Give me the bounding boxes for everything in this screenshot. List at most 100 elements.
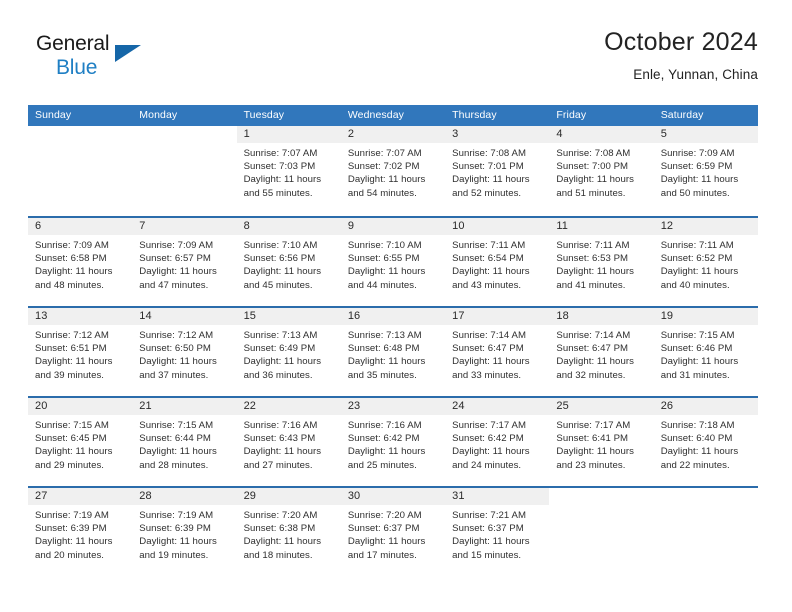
day-detail-line: Daylight: 11 hours bbox=[347, 446, 426, 458]
calendar-day-cell[interactable]: 19 Sunrise: 7:15 AM Sunset: 6:46 PM Dayligh… bbox=[653, 308, 758, 396]
day-detail-line: Sunset: 6:45 PM bbox=[35, 433, 107, 445]
calendar-day-cell[interactable]: 23 Sunrise: 7:16 AM Sunset: 6:42 PM Dayligh… bbox=[340, 398, 446, 486]
day-detail-line: Daylight: 11 hours bbox=[35, 446, 113, 458]
calendar-day-cell[interactable]: 16 Sunrise: 7:13 AM Sunset: 6:48 PM Dayligh… bbox=[340, 308, 446, 396]
day-detail-line: and 54 minutes. bbox=[347, 187, 417, 199]
calendar-day-cell[interactable]: 30 Sunrise: 7:20 AM Sunset: 6:37 PM Dayligh… bbox=[340, 488, 446, 576]
day-detail-line: Sunset: 6:43 PM bbox=[243, 433, 316, 445]
day-detail-line: Sunset: 7:01 PM bbox=[452, 161, 524, 173]
day-sun-details: Sunrise: 7:13 AM Sunset: 6:48 PM Daylight:… bbox=[341, 325, 445, 382]
day-detail-line: Daylight: 11 hours bbox=[243, 446, 322, 458]
calendar-day-cell[interactable]: 28 Sunrise: 7:19 AM Sunset: 6:39 PM Dayligh… bbox=[132, 488, 237, 576]
day-number: 3 bbox=[445, 126, 550, 143]
calendar-day-cell[interactable]: 22 Sunrise: 7:16 AM Sunset: 6:43 PM Dayligh… bbox=[236, 398, 341, 486]
day-detail-line: Daylight: 11 hours bbox=[139, 356, 217, 368]
day-number bbox=[654, 488, 758, 505]
calendar-day-cell[interactable]: 27 Sunrise: 7:19 AM Sunset: 6:39 PM Dayligh… bbox=[28, 488, 133, 576]
day-detail-line: Daylight: 11 hours bbox=[452, 356, 530, 368]
day-detail-line: and 39 minutes. bbox=[35, 369, 105, 381]
day-number: 30 bbox=[340, 488, 446, 505]
day-sun-details bbox=[654, 505, 758, 509]
calendar-day-cell[interactable]: 25 Sunrise: 7:17 AM Sunset: 6:41 PM Dayligh… bbox=[549, 398, 654, 486]
day-detail-line: Sunrise: 7:15 AM bbox=[660, 330, 735, 341]
calendar-day-cell[interactable]: 29 Sunrise: 7:20 AM Sunset: 6:38 PM Dayligh… bbox=[236, 488, 341, 576]
brand-name-general: General bbox=[36, 32, 110, 55]
day-detail-line: Sunset: 6:40 PM bbox=[660, 433, 733, 445]
day-detail-line: Sunset: 6:48 PM bbox=[347, 343, 420, 355]
day-sun-details: Sunrise: 7:11 AM Sunset: 6:54 PM Daylight:… bbox=[445, 235, 549, 292]
day-detail-line: Sunset: 6:47 PM bbox=[556, 343, 629, 355]
calendar-day-cell[interactable]: 14 Sunrise: 7:12 AM Sunset: 6:50 PM Dayligh… bbox=[132, 308, 237, 396]
day-number: 23 bbox=[340, 398, 446, 415]
day-detail-line: and 25 minutes. bbox=[347, 459, 417, 471]
day-detail-line: Sunrise: 7:13 AM bbox=[347, 330, 422, 341]
calendar-day-cell[interactable]: 20 Sunrise: 7:15 AM Sunset: 6:45 PM Dayligh… bbox=[28, 398, 133, 486]
calendar-day-cell[interactable]: 12 Sunrise: 7:11 AM Sunset: 6:52 PM Dayligh… bbox=[653, 218, 758, 306]
calendar-day-cell[interactable]: 5 Sunrise: 7:09 AM Sunset: 6:59 PM Daylight… bbox=[653, 126, 758, 214]
calendar-day-cell[interactable]: 3 Sunrise: 7:08 AM Sunset: 7:01 PM Daylight… bbox=[445, 126, 550, 214]
day-sun-details: Sunrise: 7:12 AM Sunset: 6:51 PM Daylight:… bbox=[28, 325, 132, 382]
day-sun-details: Sunrise: 7:14 AM Sunset: 6:47 PM Daylight:… bbox=[445, 325, 549, 382]
day-detail-line: Sunset: 6:39 PM bbox=[139, 523, 211, 535]
calendar-week-row: 13 Sunrise: 7:12 AM Sunset: 6:51 PM Dayligh… bbox=[28, 306, 758, 396]
day-detail-line: and 15 minutes. bbox=[452, 549, 522, 561]
day-number: 10 bbox=[445, 218, 550, 235]
calendar-day-cell[interactable]: 4 Sunrise: 7:08 AM Sunset: 7:00 PM Daylight… bbox=[549, 126, 654, 214]
day-number: 4 bbox=[549, 126, 654, 143]
day-detail-line: and 35 minutes. bbox=[347, 369, 417, 381]
calendar-day-cell[interactable]: 2 Sunrise: 7:07 AM Sunset: 7:02 PM Daylight… bbox=[340, 126, 446, 214]
calendar-day-cell[interactable]: 1 Sunrise: 7:07 AM Sunset: 7:03 PM Daylight… bbox=[236, 126, 341, 214]
day-detail-line: Sunrise: 7:08 AM bbox=[452, 148, 526, 159]
day-number: 2 bbox=[340, 126, 446, 143]
calendar-day-cell[interactable]: 26 Sunrise: 7:18 AM Sunset: 6:40 PM Dayligh… bbox=[653, 398, 758, 486]
day-sun-details: Sunrise: 7:15 AM Sunset: 6:45 PM Daylight:… bbox=[28, 415, 132, 472]
day-number: 28 bbox=[132, 488, 237, 505]
day-detail-line: Daylight: 11 hours bbox=[139, 446, 217, 458]
day-detail-line: Daylight: 11 hours bbox=[139, 536, 217, 548]
day-detail-line: Daylight: 11 hours bbox=[35, 266, 113, 278]
brand-logo[interactable]: General Blue bbox=[36, 32, 166, 90]
day-number: 27 bbox=[28, 488, 133, 505]
day-detail-line: Sunrise: 7:20 AM bbox=[243, 510, 318, 521]
calendar-day-cell[interactable]: 24 Sunrise: 7:17 AM Sunset: 6:42 PM Dayligh… bbox=[445, 398, 550, 486]
calendar-day-cell[interactable]: 13 Sunrise: 7:12 AM Sunset: 6:51 PM Dayligh… bbox=[28, 308, 133, 396]
day-sun-details: Sunrise: 7:21 AM Sunset: 6:37 PM Daylight:… bbox=[445, 505, 549, 562]
calendar-day-cell[interactable]: 18 Sunrise: 7:14 AM Sunset: 6:47 PM Dayligh… bbox=[549, 308, 654, 396]
calendar-day-cell[interactable]: 8 Sunrise: 7:10 AM Sunset: 6:56 PM Daylight… bbox=[236, 218, 341, 306]
calendar-day-cell[interactable]: 21 Sunrise: 7:15 AM Sunset: 6:44 PM Dayligh… bbox=[132, 398, 237, 486]
day-detail-line: Sunset: 7:00 PM bbox=[556, 161, 629, 173]
day-detail-line: Daylight: 11 hours bbox=[556, 446, 634, 458]
day-detail-line: Sunrise: 7:11 AM bbox=[660, 240, 734, 251]
calendar-week-row: 1 Sunrise: 7:07 AM Sunset: 7:03 PM Daylight… bbox=[28, 126, 758, 216]
day-sun-details: Sunrise: 7:09 AM Sunset: 6:59 PM Daylight:… bbox=[654, 143, 758, 200]
calendar-day-cell[interactable]: 11 Sunrise: 7:11 AM Sunset: 6:53 PM Dayligh… bbox=[549, 218, 654, 306]
day-detail-line: Sunrise: 7:13 AM bbox=[243, 330, 318, 341]
day-number: 31 bbox=[445, 488, 550, 505]
brand-name-blue: Blue bbox=[56, 56, 98, 79]
day-number: 14 bbox=[132, 308, 237, 325]
day-detail-line: and 28 minutes. bbox=[139, 459, 209, 471]
day-number: 26 bbox=[653, 398, 758, 415]
day-detail-line: Sunset: 6:59 PM bbox=[660, 161, 733, 173]
calendar-day-cell[interactable]: 9 Sunrise: 7:10 AM Sunset: 6:55 PM Daylight… bbox=[340, 218, 446, 306]
calendar-day-cell[interactable]: 31 Sunrise: 7:21 AM Sunset: 6:37 PM Dayligh… bbox=[445, 488, 550, 576]
day-sun-details: Sunrise: 7:16 AM Sunset: 6:43 PM Daylight:… bbox=[237, 415, 341, 472]
calendar-day-cell[interactable]: 17 Sunrise: 7:14 AM Sunset: 6:47 PM Dayligh… bbox=[445, 308, 550, 396]
day-detail-line: Sunset: 6:58 PM bbox=[35, 253, 107, 265]
calendar-day-cell[interactable]: 6 Sunrise: 7:09 AM Sunset: 6:58 PM Daylight… bbox=[28, 218, 133, 306]
day-detail-line: Sunrise: 7:07 AM bbox=[243, 148, 318, 159]
day-detail-line: Sunrise: 7:11 AM bbox=[556, 240, 630, 251]
day-number: 18 bbox=[549, 308, 654, 325]
blue-triangle-logo-icon bbox=[115, 45, 141, 62]
calendar-day-cell[interactable]: 7 Sunrise: 7:09 AM Sunset: 6:57 PM Daylight… bbox=[132, 218, 237, 306]
day-sun-details: Sunrise: 7:20 AM Sunset: 6:37 PM Daylight:… bbox=[341, 505, 445, 562]
calendar-day-cell[interactable]: 10 Sunrise: 7:11 AM Sunset: 6:54 PM Dayligh… bbox=[445, 218, 550, 306]
day-detail-line: Daylight: 11 hours bbox=[347, 266, 426, 278]
calendar-day-cell[interactable]: 15 Sunrise: 7:13 AM Sunset: 6:49 PM Dayligh… bbox=[236, 308, 341, 396]
day-detail-line: and 19 minutes. bbox=[139, 549, 209, 561]
day-detail-line: Daylight: 11 hours bbox=[452, 446, 530, 458]
day-detail-line: Sunset: 6:37 PM bbox=[347, 523, 420, 535]
day-sun-details bbox=[132, 143, 236, 147]
day-detail-line: Sunrise: 7:15 AM bbox=[35, 420, 109, 431]
day-detail-line: and 18 minutes. bbox=[243, 549, 313, 561]
